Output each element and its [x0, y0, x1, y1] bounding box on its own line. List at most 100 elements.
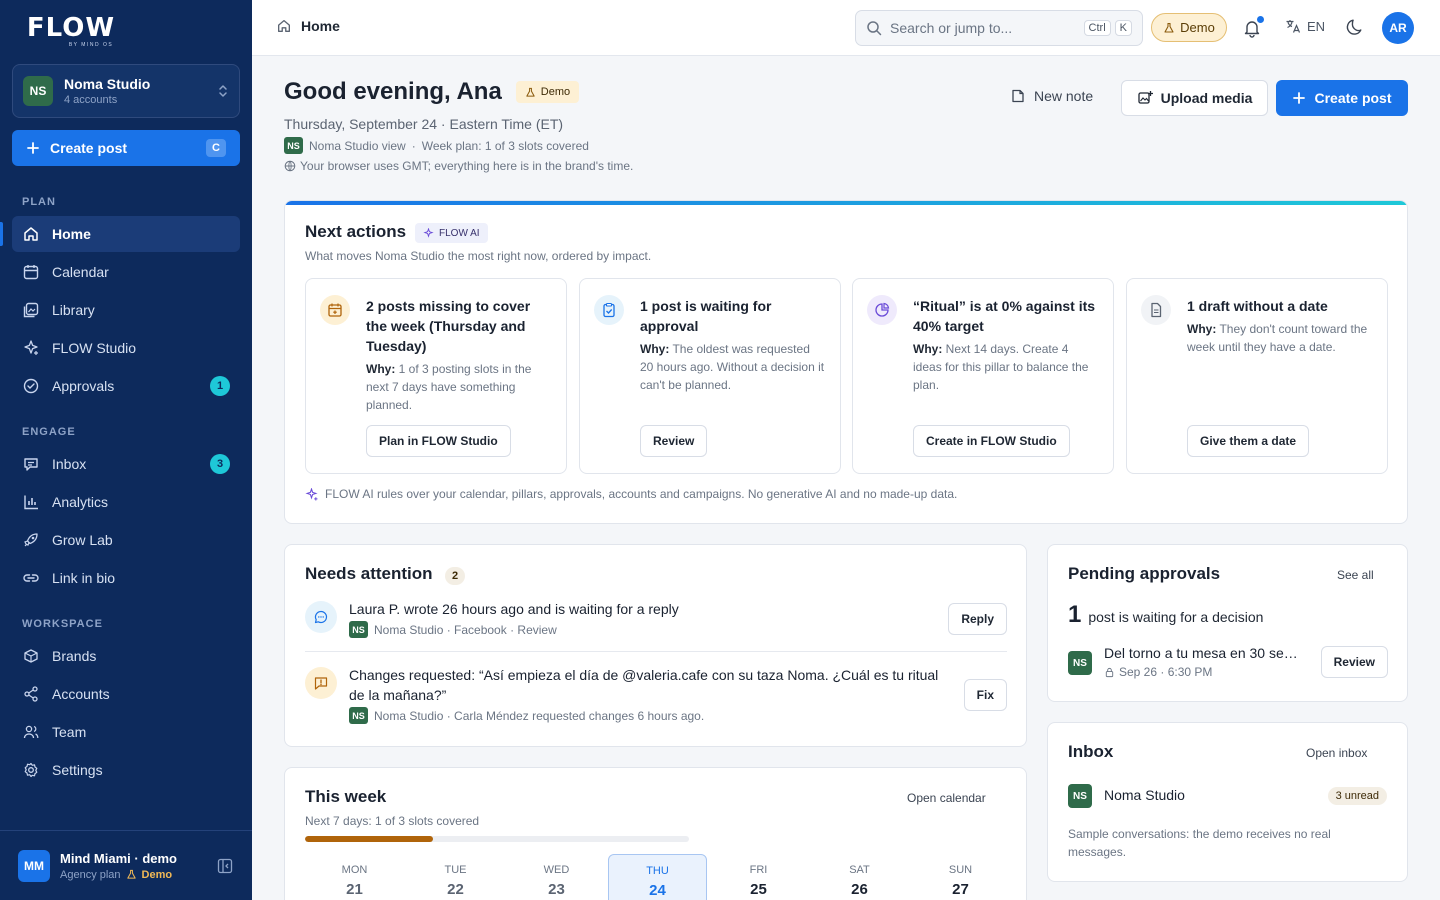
- sidebar-item-library[interactable]: Library: [12, 292, 240, 328]
- day-column-mon[interactable]: MON 21: [305, 854, 404, 900]
- demo-tag: Demo: [515, 81, 580, 103]
- day-column-sun[interactable]: SUN 27: [911, 854, 1010, 900]
- day-column-sat[interactable]: SAT 26: [810, 854, 909, 900]
- pending-item[interactable]: NS Del torno a tu mesa en 30 segundos Se…: [1068, 645, 1388, 685]
- flow-ai-tag-label: FLOW AI: [439, 227, 480, 239]
- action-card: 1 draft without a date Why: They don't c…: [1126, 278, 1388, 474]
- workspace-switcher[interactable]: NS Noma Studio 4 accounts: [12, 64, 240, 118]
- view-label: Noma Studio view: [309, 138, 406, 153]
- breadcrumb[interactable]: Home: [276, 18, 340, 34]
- see-all-link[interactable]: See all: [1337, 568, 1374, 582]
- day-date: 22: [447, 881, 464, 898]
- sidebar-create-post-button[interactable]: Create post C: [12, 130, 240, 166]
- action-icon-wrap: [594, 295, 624, 325]
- brand-avatar: NS: [1068, 651, 1092, 675]
- upload-media-button[interactable]: Upload media: [1121, 80, 1268, 116]
- sidebar-item-grow-lab[interactable]: Grow Lab: [12, 522, 240, 558]
- review-approval-button[interactable]: Review: [640, 425, 708, 457]
- sidebar-item-label: FLOW Studio: [52, 340, 137, 356]
- message-alert-icon: [314, 677, 328, 690]
- attention-meta-text: Noma Studio · Facebook · Review: [374, 622, 557, 637]
- view-line: NS Noma Studio view · Week plan: 1 of 3 …: [284, 137, 589, 154]
- attention-meta-text: Noma Studio · Carla Méndez requested cha…: [374, 708, 705, 723]
- open-inbox-link[interactable]: Open inbox: [1306, 746, 1367, 760]
- gear-icon: [24, 762, 38, 778]
- approvals-count-badge: 1: [210, 376, 230, 396]
- open-calendar-link[interactable]: Open calendar: [907, 791, 986, 805]
- sidebar: FLOW BY MIND OS NS Noma Studio 4 account…: [0, 0, 252, 900]
- day-column-thu[interactable]: THU 24: [608, 854, 707, 900]
- topbar: Home Search or jump to... Ctrl K Demo EN…: [252, 0, 1440, 56]
- org-avatar[interactable]: MM: [18, 849, 50, 882]
- sidebar-item-label: Approvals: [52, 378, 115, 394]
- sidebar-item-analytics[interactable]: Analytics: [12, 484, 240, 520]
- sidebar-item-label: Settings: [52, 762, 103, 778]
- create-post-label: Create post: [1314, 90, 1392, 106]
- day-date: 24: [649, 882, 666, 899]
- action-title: “Ritual” is at 0% against its 40% target: [913, 298, 1096, 334]
- chevron-updown-icon: [219, 85, 227, 97]
- sidebar-item-flow-studio[interactable]: FLOW Studio: [12, 330, 240, 366]
- day-name: TUE: [444, 864, 467, 876]
- logo-wordmark: FLOW: [26, 13, 116, 43]
- sidebar-item-calendar[interactable]: Calendar: [12, 254, 240, 290]
- sidebar-item-settings[interactable]: Settings: [12, 752, 240, 788]
- create-in-flow-studio-button[interactable]: Create in FLOW Studio: [913, 425, 1070, 457]
- new-note-label: New note: [1034, 88, 1094, 104]
- sidebar-item-approvals[interactable]: Approvals 1: [12, 368, 240, 404]
- plan-in-flow-studio-button[interactable]: Plan in FLOW Studio: [366, 425, 511, 457]
- create-shortcut: C: [206, 139, 226, 157]
- language-switcher[interactable]: EN: [1285, 18, 1325, 34]
- day-column-wed[interactable]: WED 23: [507, 854, 606, 900]
- timezone-note-text: Your browser uses GMT; everything here i…: [300, 159, 634, 173]
- plus-icon: [1293, 92, 1306, 104]
- attention-text: Laura P. wrote 26 hours ago and is waiti…: [349, 601, 679, 617]
- notification-dot: [1257, 16, 1264, 23]
- sidebar-item-accounts[interactable]: Accounts: [12, 676, 240, 712]
- needs-attention-count: 2: [445, 567, 465, 585]
- day-name: THU: [646, 865, 669, 877]
- search-input[interactable]: Search or jump to... Ctrl K: [855, 10, 1143, 46]
- action-title: 1 draft without a date: [1187, 298, 1328, 314]
- new-note-button[interactable]: New note: [1010, 88, 1093, 104]
- reply-button[interactable]: Reply: [948, 603, 1007, 635]
- sidebar-item-team[interactable]: Team: [12, 714, 240, 750]
- account-footer: MM Mind Miami · demo Agency plan Demo: [0, 830, 252, 900]
- flow-logo[interactable]: FLOW BY MIND OS: [20, 14, 122, 48]
- next-actions-title: Next actions: [305, 222, 407, 241]
- why-label: Why:: [1187, 322, 1217, 336]
- sidebar-item-link-in-bio[interactable]: Link in bio: [12, 560, 240, 596]
- action-icon-wrap: [1141, 295, 1171, 325]
- collapse-sidebar-icon[interactable]: [216, 857, 234, 875]
- globe-icon: [284, 160, 296, 172]
- timezone-note: Your browser uses GMT; everything here i…: [284, 159, 633, 173]
- moon-icon[interactable]: [1344, 17, 1366, 39]
- sidebar-item-label: Library: [52, 302, 95, 318]
- sidebar-item-brands[interactable]: Brands: [12, 638, 240, 674]
- fix-button[interactable]: Fix: [963, 679, 1007, 711]
- brands-icon: [24, 649, 38, 663]
- pending-approvals-title: Pending approvals: [1068, 564, 1221, 583]
- review-button[interactable]: Review: [1320, 646, 1388, 678]
- why-label: Why:: [640, 342, 670, 356]
- day-column-tue[interactable]: TUE 22: [406, 854, 505, 900]
- action-why: Why: 1 of 3 posting slots in the next 7 …: [366, 360, 552, 414]
- day-date: 23: [548, 881, 565, 898]
- sidebar-item-label: Inbox: [52, 456, 87, 472]
- user-avatar[interactable]: AR: [1382, 12, 1414, 44]
- day-column-fri[interactable]: FRI 25: [709, 854, 808, 900]
- chat-icon: [314, 610, 328, 624]
- create-post-button[interactable]: Create post: [1276, 80, 1408, 116]
- sidebar-item-label: Calendar: [52, 264, 109, 280]
- this-week-subtitle: Next 7 days: 1 of 3 slots covered: [305, 814, 480, 828]
- inbox-brand-name[interactable]: Noma Studio: [1104, 787, 1185, 803]
- give-date-button[interactable]: Give them a date: [1187, 425, 1310, 457]
- attention-item[interactable]: Laura P. wrote 26 hours ago and is waiti…: [305, 599, 1007, 643]
- action-why: Why: The oldest was requested 20 hours a…: [640, 340, 826, 394]
- unread-badge: 3 unread: [1327, 787, 1387, 805]
- lock-icon: [1105, 667, 1114, 677]
- attention-item[interactable]: Changes requested: “Así empieza el día d…: [305, 665, 1007, 729]
- sidebar-item-home[interactable]: Home: [12, 216, 240, 252]
- sidebar-item-inbox[interactable]: Inbox 3: [12, 446, 240, 482]
- demo-mode-pill[interactable]: Demo: [1151, 13, 1227, 42]
